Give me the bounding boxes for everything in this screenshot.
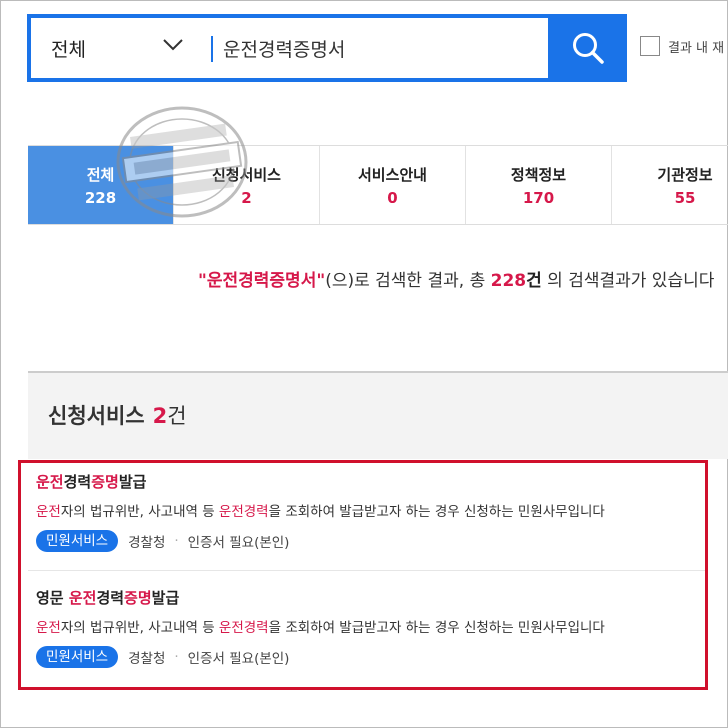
tab-label: 정책정보 bbox=[510, 165, 567, 184]
tab-agency-info[interactable]: 기관정보 55 bbox=[612, 146, 728, 224]
summary-text-1: (으)로 검색한 결과, 총 bbox=[325, 271, 491, 291]
search-input[interactable] bbox=[223, 18, 543, 78]
tab-count: 0 bbox=[387, 188, 398, 207]
summary-text-2: 의 검색결과가 있습니다 bbox=[541, 271, 715, 291]
annotation-highlight-box bbox=[18, 460, 708, 690]
tab-label: 서비스안내 bbox=[357, 165, 427, 184]
search-bar: 전체 bbox=[27, 14, 627, 82]
search-within-label: 결과 내 재 bbox=[668, 40, 725, 56]
section-title: 신청서비스 2건 bbox=[48, 400, 187, 430]
search-scope-label: 전체 bbox=[51, 38, 86, 61]
search-scope-dropdown[interactable]: 전체 bbox=[51, 18, 211, 78]
search-divider bbox=[211, 36, 213, 62]
section-unit: 건 bbox=[167, 404, 187, 428]
tab-label: 기관정보 bbox=[657, 165, 713, 184]
search-within-checkbox[interactable] bbox=[640, 36, 660, 56]
tab-policy-info[interactable]: 정책정보 170 bbox=[466, 146, 612, 224]
search-field-container: 전체 bbox=[31, 18, 548, 78]
summary-total: 228 bbox=[490, 271, 527, 291]
summary-unit: 건 bbox=[526, 271, 542, 291]
tab-count: 170 bbox=[522, 188, 555, 207]
search-summary: "운전경력증명서"(으)로 검색한 결과, 총 228건 의 검색결과가 있습니… bbox=[198, 266, 714, 291]
tab-service-guide[interactable]: 서비스안내 0 bbox=[320, 146, 466, 224]
search-icon bbox=[572, 33, 604, 64]
section-title-label: 신청서비스 bbox=[48, 404, 145, 428]
search-button[interactable] bbox=[548, 14, 627, 82]
summary-query: "운전경력증명서" bbox=[198, 271, 326, 291]
section-count: 2 bbox=[152, 404, 168, 428]
tab-count: 55 bbox=[674, 188, 696, 207]
chevron-down-icon bbox=[163, 39, 183, 51]
watermark-stamp bbox=[116, 106, 248, 218]
search-within-results[interactable]: 결과 내 재 bbox=[640, 36, 724, 56]
tab-label: 전체 bbox=[86, 165, 115, 184]
